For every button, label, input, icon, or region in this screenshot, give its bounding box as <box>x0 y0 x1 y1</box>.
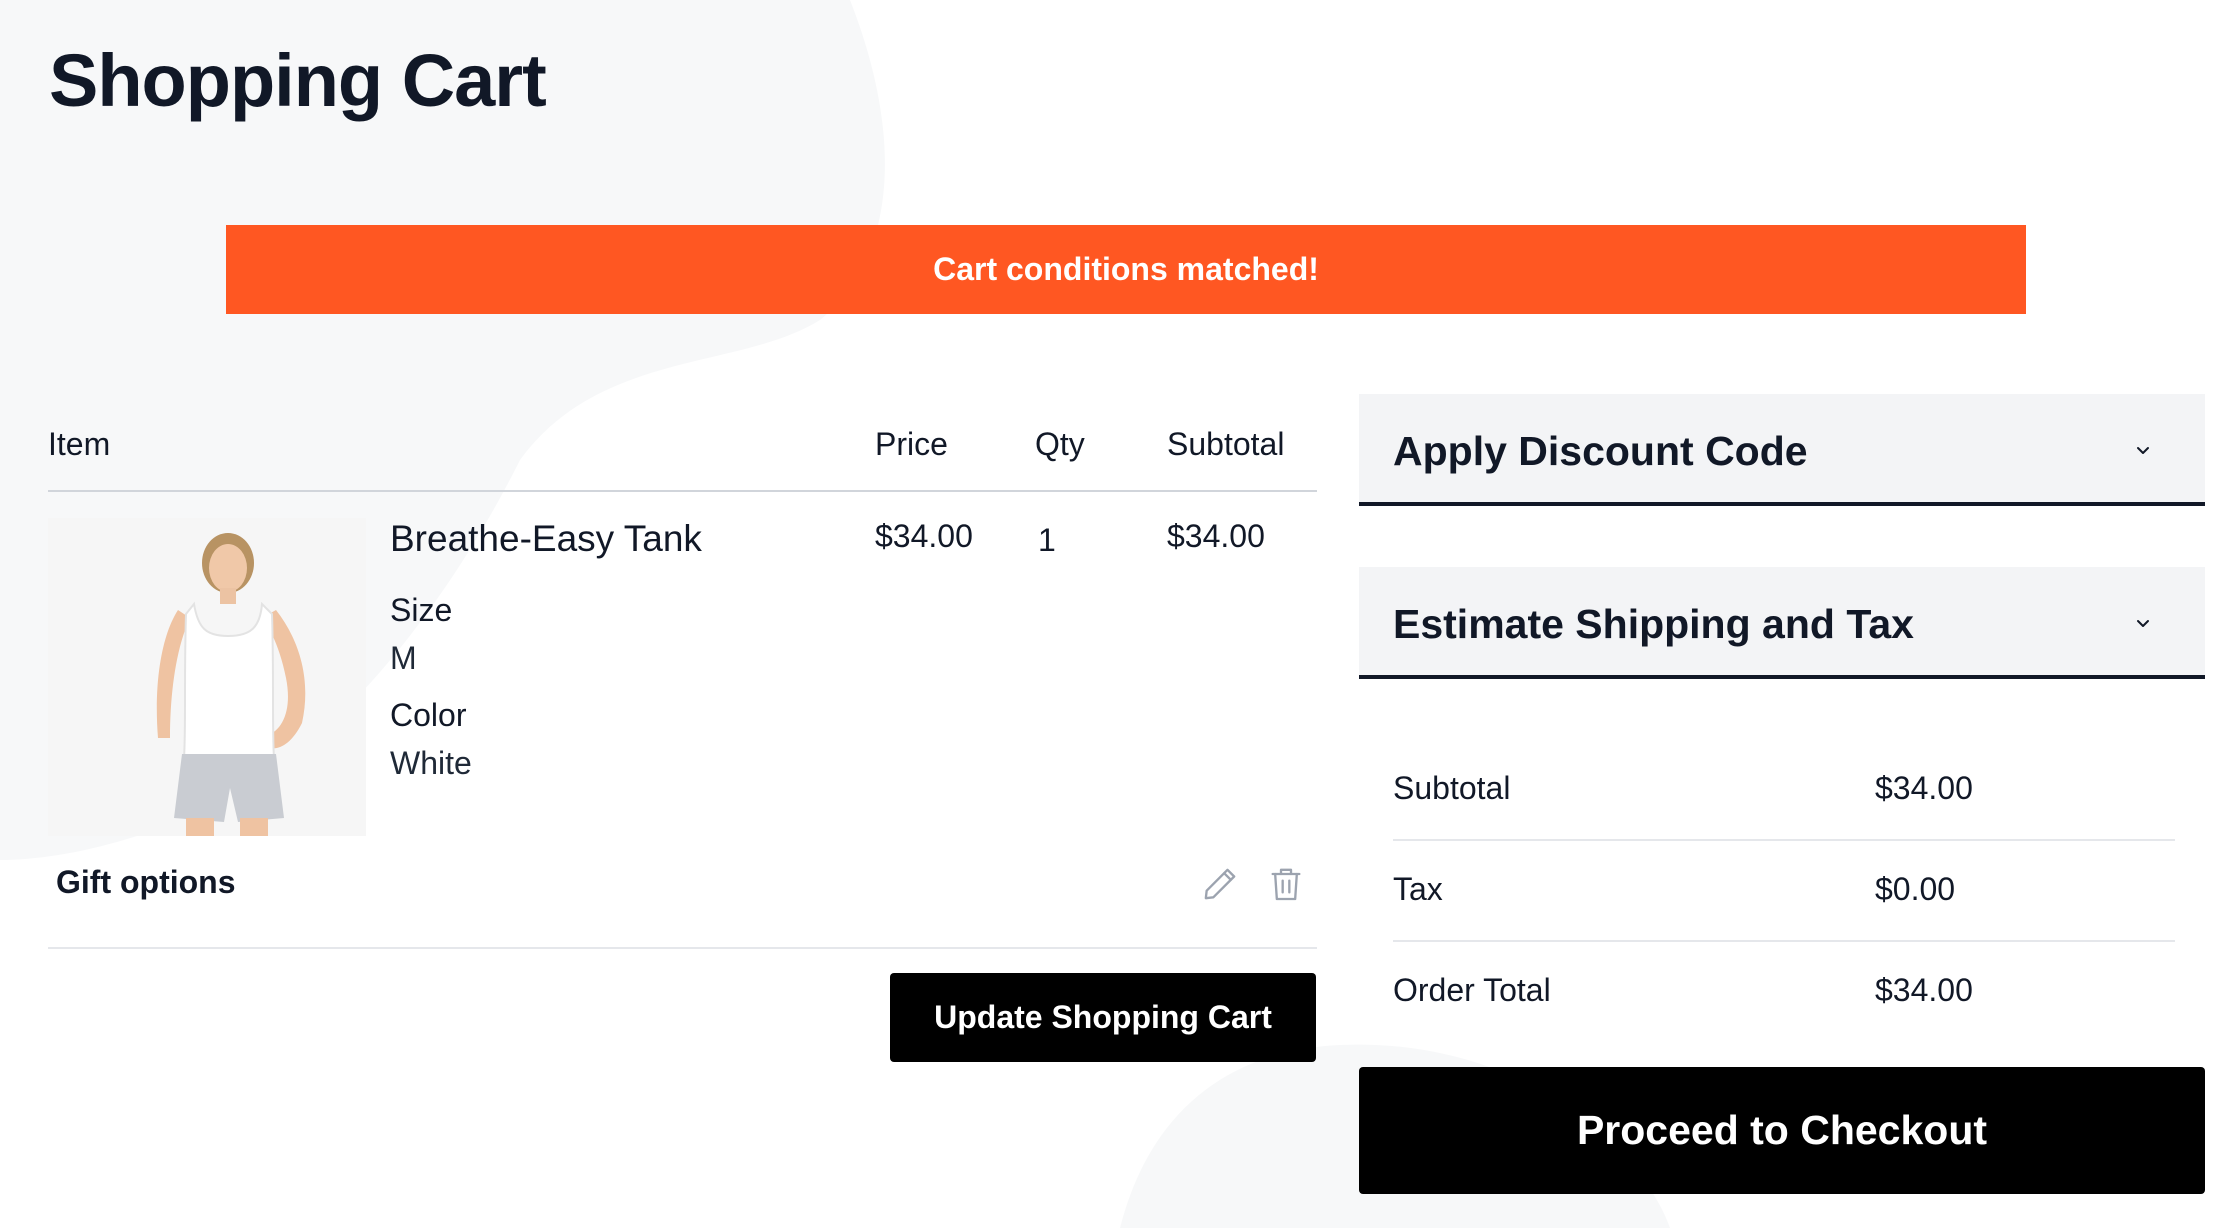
column-header-price: Price <box>875 426 948 462</box>
update-shopping-cart-button[interactable]: Update Shopping Cart <box>890 973 1316 1062</box>
option-value-size: M <box>390 640 417 676</box>
cart-items-table: Item Price Qty Subtotal Breathe-Easy Tan… <box>48 390 1317 949</box>
banner-message: Cart conditions matched! <box>933 251 1319 287</box>
totals-row-subtotal: Subtotal $34.00 <box>1393 740 2175 841</box>
page-title: Shopping Cart <box>49 39 547 122</box>
totals-row-order-total: Order Total $34.00 <box>1393 942 2175 1041</box>
pencil-icon[interactable] <box>1200 864 1240 904</box>
cart-conditions-banner: Cart conditions matched! <box>226 225 2026 314</box>
totals-value: $0.00 <box>1875 871 1956 907</box>
apply-discount-code-toggle[interactable]: Apply Discount Code <box>1359 394 2205 506</box>
column-header-item: Item <box>48 426 111 462</box>
table-header: Item Price Qty Subtotal <box>48 390 1317 492</box>
product-name[interactable]: Breathe-Easy Tank <box>390 518 702 560</box>
column-header-subtotal: Subtotal <box>1167 426 1285 462</box>
totals-label: Tax <box>1393 871 1443 907</box>
trash-icon[interactable] <box>1266 864 1306 904</box>
column-header-qty: Qty <box>1035 426 1085 462</box>
chevron-down-icon <box>2137 447 2149 454</box>
option-value-color: White <box>390 745 472 781</box>
shipping-title: Estimate Shipping and Tax <box>1393 601 1914 647</box>
quantity-input[interactable]: 1 <box>1038 522 1056 559</box>
totals-value: $34.00 <box>1875 972 1973 1008</box>
totals-value: $34.00 <box>1875 770 1973 806</box>
gift-options-link[interactable]: Gift options <box>56 864 236 901</box>
estimate-shipping-toggle[interactable]: Estimate Shipping and Tax <box>1359 567 2205 679</box>
totals-label: Subtotal <box>1393 770 1511 806</box>
cart-item-row: Breathe-Easy Tank Size M Color White $34… <box>48 492 1317 949</box>
chevron-down-icon <box>2137 620 2149 627</box>
product-photo-tank-top-icon <box>48 518 366 836</box>
option-label-size: Size <box>390 592 453 628</box>
cart-page: Shopping Cart Cart conditions matched! I… <box>0 0 2228 1228</box>
option-label-color: Color <box>390 697 467 733</box>
item-subtotal: $34.00 <box>1167 518 1265 554</box>
totals-row-tax: Tax $0.00 <box>1393 841 2175 942</box>
discount-title: Apply Discount Code <box>1393 428 1808 474</box>
item-price: $34.00 <box>875 518 973 554</box>
totals-label: Order Total <box>1393 972 1551 1008</box>
product-image[interactable] <box>48 518 366 836</box>
order-totals: Subtotal $34.00 Tax $0.00 Order Total $3… <box>1393 740 2175 1041</box>
proceed-to-checkout-button[interactable]: Proceed to Checkout <box>1359 1067 2205 1194</box>
